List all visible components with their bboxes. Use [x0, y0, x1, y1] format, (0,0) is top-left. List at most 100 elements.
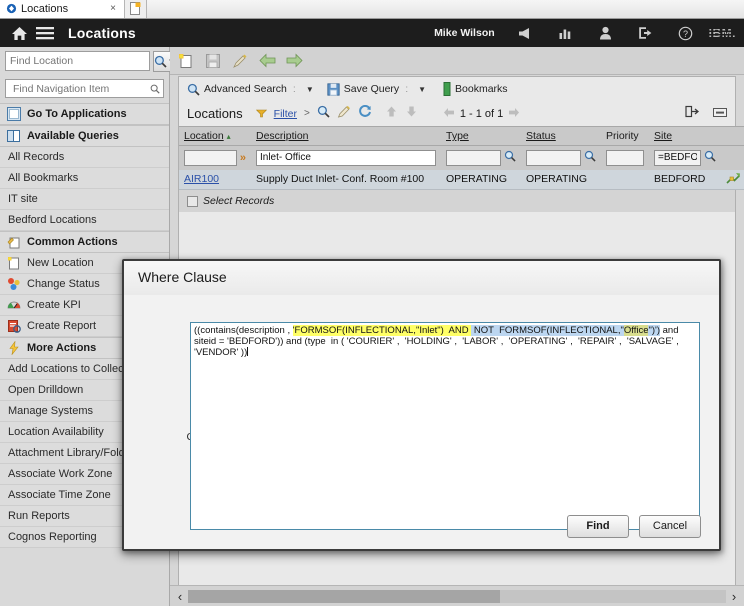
dialog-header: Where Clause	[124, 261, 719, 295]
filter-icon[interactable]	[255, 105, 267, 123]
clear-filter-icon[interactable]	[337, 105, 351, 123]
column-header-priority[interactable]: Priority	[601, 126, 649, 146]
filter-cell-site	[649, 145, 721, 170]
filter-link[interactable]: Filter	[274, 108, 297, 120]
save-icon[interactable]	[203, 51, 223, 71]
profile-icon[interactable]	[593, 20, 619, 46]
save-query-dropdown-icon[interactable]: ▼	[418, 85, 426, 94]
where-clause-text[interactable]: ((contains(description , 'FORMSOF(INFLEC…	[191, 323, 699, 360]
column-header-status[interactable]: Status	[521, 126, 601, 146]
page-title: Locations	[68, 25, 136, 41]
bulletin-board-icon[interactable]	[513, 20, 539, 46]
list-search-icon[interactable]	[317, 105, 330, 123]
divider: :	[292, 83, 296, 95]
column-header-description[interactable]: Description	[251, 126, 441, 146]
dialog-title: Where Clause	[138, 269, 227, 285]
new-tab-icon[interactable]	[125, 0, 147, 18]
arrow-up-icon[interactable]	[385, 105, 398, 123]
list-title: Locations	[187, 106, 243, 121]
filter-input-priority[interactable]	[606, 149, 644, 166]
browser-tab-locations[interactable]: Locations ×	[0, 0, 125, 18]
sidebar-item-bedford-locations[interactable]: Bedford Locations	[0, 210, 169, 231]
find-navigation-item-field[interactable]	[5, 79, 164, 98]
table-row[interactable]: AIR100 Supply Duct Inlet- Conf. Room #10…	[179, 169, 744, 190]
save-query-button[interactable]: Save Query	[327, 82, 399, 96]
scroll-left-icon[interactable]: ‹	[172, 589, 188, 604]
select-records-control[interactable]: Select Records	[179, 190, 735, 212]
cell-location[interactable]: AIR100	[179, 169, 251, 190]
close-icon[interactable]: ×	[107, 3, 119, 14]
scrollbar-thumb[interactable]	[188, 589, 501, 603]
arrow-down-icon[interactable]	[405, 105, 418, 123]
sidebar-item-all-records[interactable]: All Records	[0, 147, 169, 168]
cancel-button[interactable]: Cancel	[639, 514, 701, 538]
find-navigation-item-input[interactable]	[11, 81, 150, 96]
filter-cell-status	[521, 145, 601, 170]
home-icon[interactable]	[6, 20, 32, 46]
filter-cell-type	[441, 145, 521, 170]
column-header-location[interactable]: Location ▴	[179, 126, 251, 146]
column-header-site[interactable]: Site	[649, 126, 721, 146]
user-name-label[interactable]: Mike Wilson	[434, 27, 495, 39]
column-header-label: Site	[654, 130, 673, 142]
filter-input-status[interactable]	[526, 149, 581, 166]
locations-table: Location ▴ Description Type Status Prior…	[179, 126, 744, 190]
sidebar-section-common-actions[interactable]: Common Actions	[0, 231, 169, 253]
cell-type: OPERATING	[441, 169, 521, 190]
change-status-icon	[6, 277, 21, 292]
scroll-right-icon[interactable]: ›	[726, 589, 742, 604]
select-records-label: Select Records	[203, 195, 275, 207]
filter-input-description[interactable]	[256, 149, 436, 166]
hamburger-menu-icon[interactable]	[32, 20, 58, 46]
scrollbar-track[interactable]	[188, 589, 726, 603]
find-location-input[interactable]	[5, 51, 150, 71]
sidebar-item-all-bookmarks[interactable]: All Bookmarks	[0, 168, 169, 189]
reports-chart-icon[interactable]	[553, 20, 579, 46]
filter-input-type[interactable]	[446, 149, 501, 166]
sidebar-item-label: Bedford Locations	[8, 214, 97, 226]
column-header-label: Status	[526, 130, 556, 142]
collapse-icon[interactable]	[713, 105, 727, 123]
where-clause-textarea[interactable]: ((contains(description , 'FORMSOF(INFLEC…	[190, 322, 700, 530]
next-page-icon[interactable]	[508, 107, 520, 121]
find-button[interactable]: Find	[567, 514, 629, 538]
filter-cell-location: »	[179, 145, 251, 170]
lookup-icon[interactable]	[504, 150, 516, 165]
sidebar-item-label: Create KPI	[27, 299, 81, 311]
select-records-checkbox[interactable]	[187, 195, 198, 207]
kpi-gauge-icon	[6, 298, 21, 313]
help-icon[interactable]: ?	[673, 20, 699, 46]
sidebar-item-it-site[interactable]: IT site	[0, 189, 169, 210]
sort-ascending-icon[interactable]: ▴	[227, 132, 231, 141]
location-link[interactable]: AIR100	[184, 173, 219, 185]
new-record-icon[interactable]	[176, 51, 196, 71]
bookmarks-button[interactable]: Bookmarks	[443, 82, 508, 96]
horizontal-scrollbar[interactable]: ‹ ›	[170, 585, 744, 606]
clear-changes-icon[interactable]	[230, 51, 250, 71]
filter-input-site[interactable]	[654, 149, 701, 166]
sidebar-section-go-to-applications[interactable]: Go To Applications	[0, 103, 169, 125]
svg-text:?: ?	[683, 29, 688, 39]
refresh-icon[interactable]	[358, 104, 372, 123]
filter-input-location[interactable]	[184, 149, 237, 166]
advanced-search-dropdown-icon[interactable]: ▼	[306, 85, 314, 94]
advanced-search-button[interactable]: Advanced Search	[187, 83, 287, 96]
cell-priority	[601, 169, 649, 190]
list-header-right-actions	[685, 105, 727, 123]
filter-next-icon: >	[304, 108, 310, 119]
download-icon[interactable]	[685, 105, 700, 123]
double-chevron-right-icon[interactable]: »	[240, 152, 246, 164]
sidebar-section-available-queries[interactable]: Available Queries	[0, 125, 169, 147]
lookup-icon[interactable]	[704, 150, 716, 165]
next-record-icon[interactable]	[284, 51, 304, 71]
drilldown-icon[interactable]	[726, 172, 741, 188]
sidebar-item-label: Location Availability	[8, 426, 104, 438]
previous-page-icon[interactable]	[443, 107, 455, 121]
cell-row-action[interactable]	[721, 169, 744, 190]
previous-record-icon[interactable]	[257, 51, 277, 71]
lookup-icon[interactable]	[584, 150, 596, 165]
column-header-type[interactable]: Type	[441, 126, 521, 146]
sidebar-item-label: Change Status	[27, 278, 100, 290]
create-report-icon	[6, 319, 21, 334]
sign-out-icon[interactable]	[633, 20, 659, 46]
